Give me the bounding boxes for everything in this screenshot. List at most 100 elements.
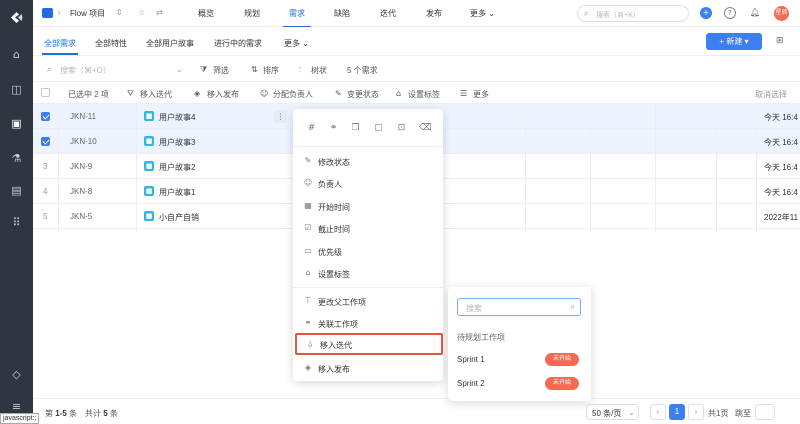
tab-requirements[interactable]: 需求 [283, 8, 311, 28]
bell-icon[interactable]: 🔔︎ [749, 7, 761, 19]
row-time: 今天 16:4 [764, 138, 798, 147]
new-button[interactable]: + 新建 ▾ [706, 33, 762, 50]
filter-button[interactable]: 筛选 [213, 65, 229, 76]
global-search-input[interactable]: ⌕ 搜索（⌘+K） [577, 5, 689, 22]
project-name[interactable]: Flow 项目 [70, 8, 105, 19]
chevron-down-icon: ⌄ [628, 408, 635, 417]
menu-change-status[interactable]: ✎ 修改状态 [293, 150, 443, 172]
cube-icon[interactable]: ◇ [10, 368, 23, 381]
help-icon[interactable]: ? [724, 7, 736, 19]
tab-iterations[interactable]: 迭代 [380, 8, 396, 19]
tab-releases[interactable]: 发布 [426, 8, 442, 19]
link-icon[interactable]: ⚭ [328, 123, 339, 134]
next-page-button[interactable]: › [688, 404, 704, 420]
layout-grid-icon[interactable]: ⊞ [776, 35, 788, 47]
bulk-move-iteration-button[interactable]: 移入迭代 [140, 89, 172, 100]
sprint-option-2[interactable]: Sprint 2 [457, 379, 485, 388]
tab-planning[interactable]: 规划 [244, 8, 260, 19]
filter-search-icon: ⌕ [47, 65, 52, 74]
selected-prefix: 已选中 [68, 90, 92, 99]
tab-more-label: 更多 [470, 9, 486, 18]
home-icon[interactable]: ⌂ [10, 48, 23, 61]
move-release-icon: ◈ [194, 89, 201, 98]
menu-set-tags[interactable]: ⌂ 设置标签 [293, 262, 443, 284]
wiki-book-icon[interactable]: ▤ [10, 184, 23, 197]
menu-item-label: 移入发布 [318, 365, 350, 374]
menu-assignee[interactable]: ☺ 负责人 [293, 172, 443, 194]
trash-icon[interactable]: ⌫ [419, 123, 432, 134]
sort-icon: ⇅ [251, 65, 258, 74]
add-circle-icon[interactable]: + [700, 7, 712, 19]
menu-link-item[interactable]: ⚭ 关联工作项 [293, 312, 443, 334]
filter-icon: ⧩ [200, 65, 208, 74]
column-divider [58, 104, 59, 232]
sprint-option-1[interactable]: Sprint 1 [457, 355, 485, 364]
view-tab-in-progress[interactable]: 进行中的需求 [214, 38, 262, 49]
copy-icon[interactable]: ❐ [350, 123, 361, 134]
apps-icon[interactable]: ◫ [10, 83, 23, 96]
row-title[interactable]: 用户故事4 [159, 112, 195, 123]
hash-icon[interactable]: # [306, 123, 317, 134]
menu-move-to-release[interactable]: ◈ 移入发布 [293, 357, 443, 379]
row-title[interactable]: 用户故事3 [159, 137, 195, 148]
range-text: 第 1-5 条 [45, 408, 77, 419]
bulk-move-release-button[interactable]: 移入发布 [207, 89, 239, 100]
view-tab-more[interactable]: 更多 ⌄ [284, 38, 309, 49]
row-title[interactable]: 用户故事2 [159, 162, 195, 173]
collapse-menu-icon[interactable]: ≡ [10, 400, 23, 413]
sort-button[interactable]: 排序 [263, 65, 279, 76]
row-title[interactable]: 小自产自销 [159, 212, 199, 223]
calendar-icon: ▦ [304, 201, 312, 210]
search-dropdown-icon[interactable]: ⌄ [176, 65, 183, 74]
switch-icon[interactable]: ⇄ [156, 8, 163, 17]
page-1-button[interactable]: 1 [669, 404, 685, 420]
test-flask-icon[interactable]: ⚗ [10, 152, 23, 165]
app-logo[interactable] [9, 10, 24, 25]
selection-bar: 已选中 2 项 ⛛ 移入迭代 ◈ 移入发布 ☺ 分配负责人 ✎ 变更状态 ⌂ 设… [33, 82, 800, 104]
jump-page-input[interactable] [755, 404, 775, 420]
bulk-tag-button[interactable]: 设置标签 [408, 89, 440, 100]
release-icon: ◈ [304, 363, 312, 372]
row-checkbox[interactable] [41, 137, 50, 146]
menu-item-label: 优先级 [318, 248, 342, 257]
row-title[interactable]: 用户故事1 [159, 187, 195, 198]
row-more-icon[interactable]: ⋮ [274, 110, 287, 123]
bulk-assign-button[interactable]: 分配负责人 [273, 89, 313, 100]
tree-view-button[interactable]: 树状 [311, 65, 327, 76]
total-prefix: 共计 [85, 409, 101, 418]
iteration-search-input[interactable]: 搜索 ⌕ [457, 298, 581, 316]
clipboard-icon[interactable]: ▢ [373, 123, 384, 134]
column-divider [655, 104, 656, 232]
calendar-check-icon: ☑ [304, 223, 312, 232]
menu-priority[interactable]: ▭ 优先级 [293, 240, 443, 262]
tab-more[interactable]: 更多 ⌄ [470, 8, 495, 19]
project-switch-icon[interactable]: ⇕ [116, 8, 123, 17]
tab-overview[interactable]: 概览 [198, 8, 214, 19]
avatar[interactable]: 星辰 [774, 6, 789, 21]
row-checkbox[interactable] [41, 112, 50, 121]
per-page-select[interactable]: 50 条/页 ⌄ [586, 404, 639, 420]
grid-menu-icon[interactable]: ⠿ [10, 216, 23, 229]
bulk-status-button[interactable]: 变更状态 [347, 89, 379, 100]
prev-page-button[interactable]: ‹ [650, 404, 666, 420]
menu-start-time[interactable]: ▦ 开始时间 [293, 195, 443, 217]
view-tab-features[interactable]: 全部特性 [95, 38, 127, 49]
archive-icon[interactable]: ⊡ [396, 123, 407, 134]
filter-search-input[interactable]: 搜索（⌘+O） [60, 65, 111, 76]
bulk-more-button[interactable]: 更多 [473, 89, 489, 100]
project-folder-icon[interactable]: ▣ [4, 111, 31, 136]
view-tab-all[interactable]: 全部需求 [42, 38, 78, 55]
menu-due-time[interactable]: ☑ 截止时间 [293, 217, 443, 239]
total-value: 5 [103, 409, 108, 418]
star-icon[interactable]: ☆ [138, 8, 145, 17]
view-tab-stories[interactable]: 全部用户故事 [146, 38, 194, 49]
select-all-checkbox[interactable] [41, 88, 50, 97]
link-icon: ⚭ [304, 318, 312, 327]
menu-change-parent[interactable]: ⊤ 更改父工作项 [293, 290, 443, 312]
iteration-submenu: 搜索 ⌕ 待规划工作项 Sprint 1 未开始 Sprint 2 未开始 [448, 287, 591, 401]
row-id: JKN-10 [70, 137, 97, 146]
cancel-selection-button[interactable]: 取消选择 [755, 89, 787, 100]
tab-defects[interactable]: 缺陷 [334, 8, 350, 19]
menu-move-to-iteration[interactable]: ⍙ 移入迭代 [295, 333, 443, 355]
tree-icon: ⫶ [299, 65, 301, 74]
